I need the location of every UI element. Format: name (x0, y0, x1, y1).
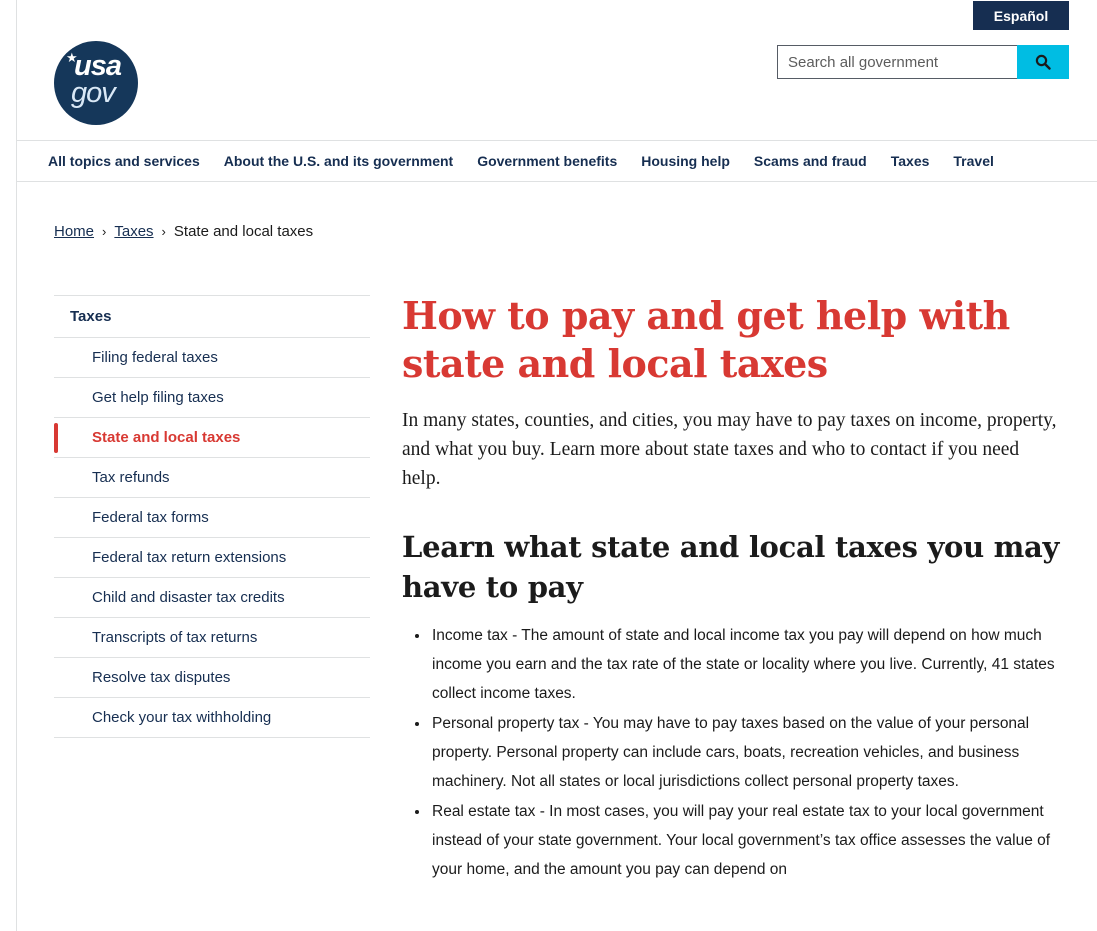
sidenav-item-federal-tax-forms[interactable]: Federal tax forms (54, 498, 370, 538)
sidenav-item-withholding[interactable]: Check your tax withholding (54, 698, 370, 738)
nav-item-travel[interactable]: Travel (953, 153, 993, 169)
sidenav-item-transcripts[interactable]: Transcripts of tax returns (54, 618, 370, 658)
list-item-personal-property-tax: Personal property tax - You may have to … (430, 709, 1062, 796)
nav-item-housing-help[interactable]: Housing help (641, 153, 730, 169)
breadcrumb: Home › Taxes › State and local taxes (54, 223, 313, 240)
sidenav-item-resolve-disputes[interactable]: Resolve tax disputes (54, 658, 370, 698)
search-input[interactable] (777, 45, 1017, 79)
nav-item-about-government[interactable]: About the U.S. and its government (224, 153, 453, 169)
sidenav-item-filing-federal-taxes[interactable]: Filing federal taxes (54, 338, 370, 378)
page-title: How to pay and get help with state and l… (402, 293, 1010, 386)
list-item-real-estate-tax: Real estate tax - In most cases, you wil… (430, 797, 1062, 884)
breadcrumb-home-link[interactable]: Home (54, 223, 94, 240)
usagov-logo[interactable]: ★ usa gov (54, 41, 138, 125)
breadcrumb-current: State and local taxes (173, 223, 314, 240)
sidenav-item-tax-refunds[interactable]: Tax refunds (54, 458, 370, 498)
search-button[interactable] (1017, 45, 1069, 79)
breadcrumb-separator-icon: › (102, 224, 107, 239)
search-icon (1035, 54, 1051, 70)
search-form (777, 45, 1069, 79)
side-navigation: Taxes Filing federal taxes Get help fili… (54, 295, 370, 738)
intro-paragraph: In many states, counties, and cities, yo… (402, 410, 1057, 489)
breadcrumb-separator-icon: › (161, 224, 166, 239)
sidenav-parent-taxes[interactable]: Taxes (54, 296, 370, 338)
sidenav-item-get-help-filing[interactable]: Get help filing taxes (54, 378, 370, 418)
espanol-language-button[interactable]: Español (973, 1, 1069, 30)
main-content: How to pay and get help with state and l… (402, 292, 1062, 885)
tax-types-list: Income tax - The amount of state and loc… (402, 621, 1062, 884)
nav-item-scams-fraud[interactable]: Scams and fraud (754, 153, 867, 169)
breadcrumb-taxes-link[interactable]: Taxes (114, 223, 153, 240)
section-heading: Learn what state and local taxes you may… (402, 530, 1060, 604)
logo-text-gov: gov (71, 77, 116, 109)
sidenav-item-tax-credits[interactable]: Child and disaster tax credits (54, 578, 370, 618)
nav-bottom-divider (16, 181, 1097, 182)
nav-item-taxes[interactable]: Taxes (891, 153, 930, 169)
primary-nav: All topics and services About the U.S. a… (48, 141, 1018, 181)
sidenav-item-state-local-taxes[interactable]: State and local taxes (54, 418, 370, 458)
sidenav-item-extensions[interactable]: Federal tax return extensions (54, 538, 370, 578)
list-item-income-tax: Income tax - The amount of state and loc… (430, 621, 1062, 708)
nav-item-all-topics[interactable]: All topics and services (48, 153, 200, 169)
nav-item-government-benefits[interactable]: Government benefits (477, 153, 617, 169)
